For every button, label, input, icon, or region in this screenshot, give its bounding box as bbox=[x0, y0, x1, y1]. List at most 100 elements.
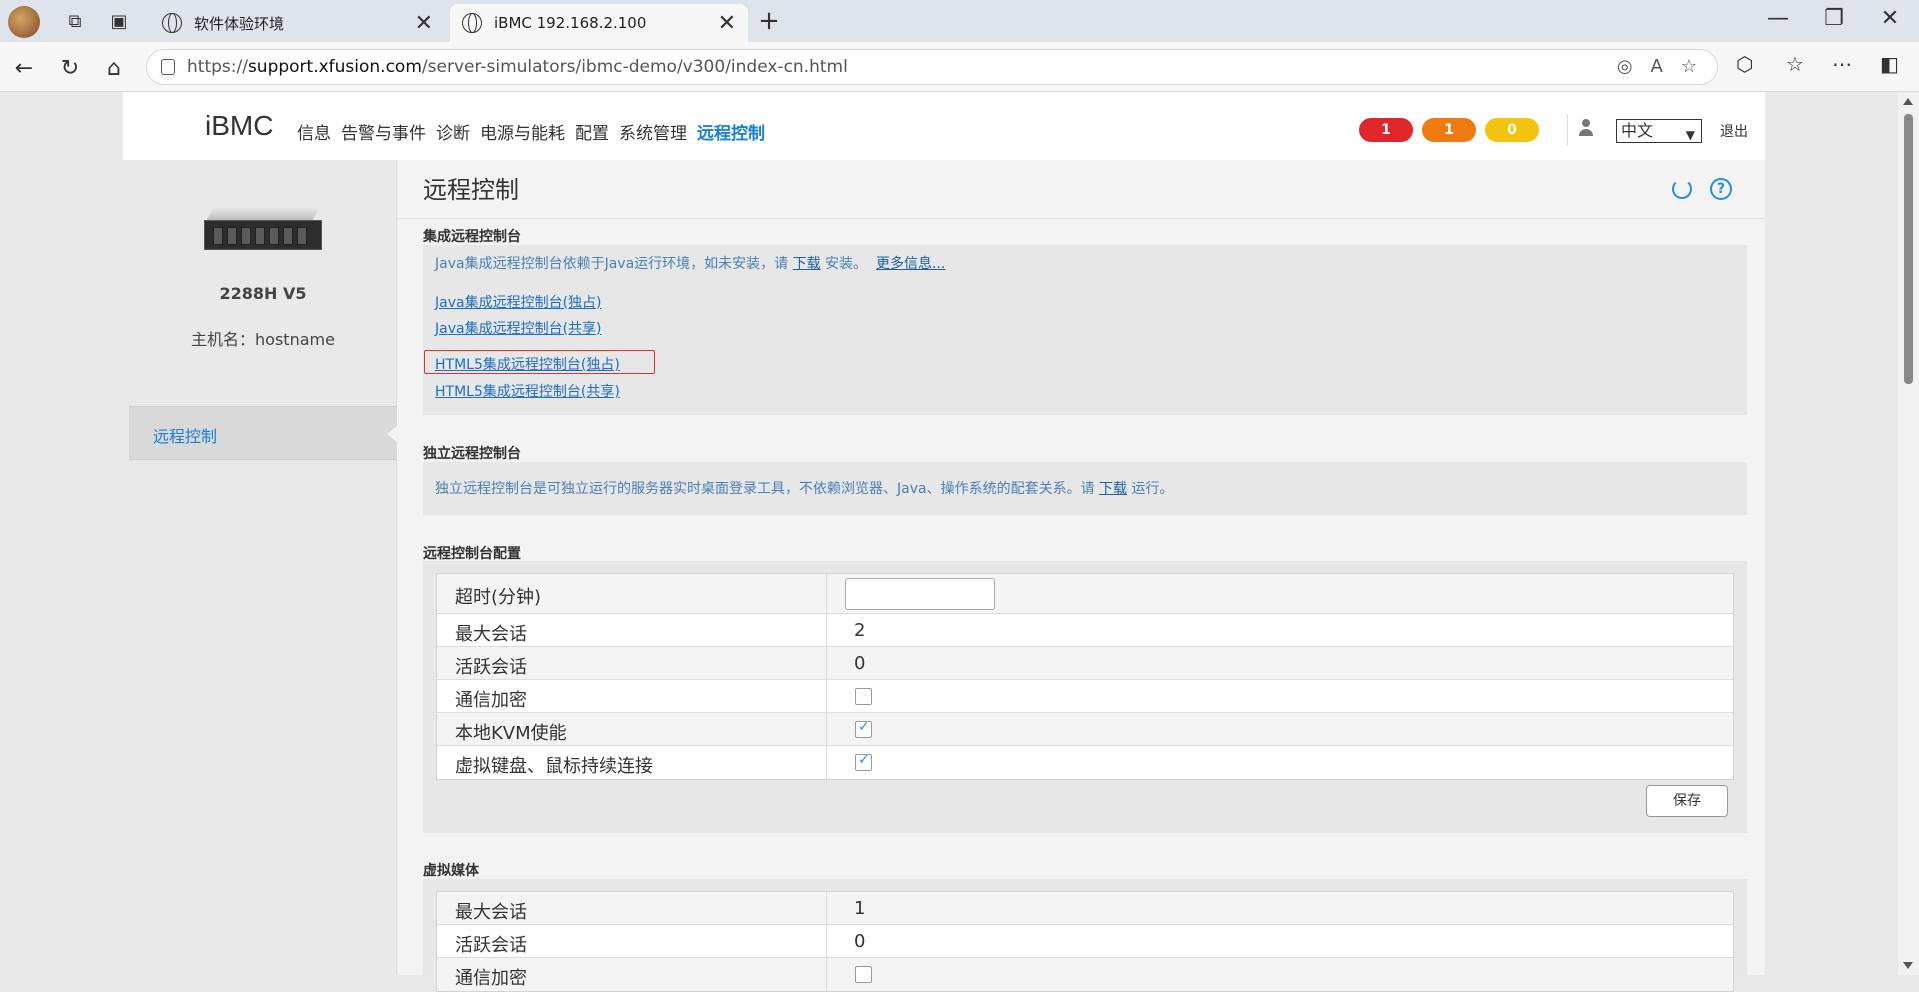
ibmc-header: iBMC 信息 告警与事件 诊断 电源与能耗 配置 系统管理 远程控制 1 1 … bbox=[123, 92, 1765, 160]
scroll-thumb[interactable] bbox=[1904, 114, 1913, 384]
java-console-shared-link[interactable]: Java集成远程控制台(共享) bbox=[435, 318, 602, 338]
language-value: 中文 bbox=[1621, 121, 1654, 140]
scroll-up-icon[interactable] bbox=[1903, 98, 1913, 105]
close-icon[interactable]: ✕ bbox=[415, 11, 433, 36]
favorite-star-icon[interactable]: ☆ bbox=[1681, 56, 1697, 77]
logout-link[interactable]: 退出 bbox=[1720, 121, 1748, 141]
tab-title: 软件体验环境 bbox=[194, 14, 285, 33]
row-label: 本地KVM使能 bbox=[455, 723, 567, 744]
html5-console-exclusive-link[interactable]: HTML5集成远程控制台(独占) bbox=[435, 354, 620, 374]
row-label: 虚拟键盘、鼠标持续连接 bbox=[455, 756, 653, 777]
html5-console-shared-link[interactable]: HTML5集成远程控制台(共享) bbox=[435, 381, 620, 401]
virtual-media-table: 最大会话 1 活跃会话 0 通信加密 bbox=[436, 891, 1734, 992]
window-close-button[interactable]: ✕ bbox=[1860, 6, 1919, 31]
vm-active-sessions-value: 0 bbox=[854, 931, 866, 952]
url-path: /server-simulators/ibmc-demo/v300/index-… bbox=[421, 57, 848, 77]
nav-system[interactable]: 系统管理 bbox=[619, 119, 687, 144]
console-config-table: 超时(分钟) 最大会话 2 活跃会话 0 通信加密 本地KVM使能 ✓ 虚拟键盘… bbox=[436, 573, 1734, 780]
download-link[interactable]: 下载 bbox=[1099, 481, 1127, 497]
minor-alarm-badge[interactable]: 0 bbox=[1485, 118, 1539, 142]
nav-diagnose[interactable]: 诊断 bbox=[436, 119, 470, 144]
console-config-panel: 超时(分钟) 最大会话 2 活跃会话 0 通信加密 本地KVM使能 ✓ 虚拟键盘… bbox=[423, 561, 1747, 833]
nav-info[interactable]: 信息 bbox=[297, 119, 331, 144]
page-scrollbar[interactable] bbox=[1898, 92, 1919, 975]
main-nav: 信息 告警与事件 诊断 电源与能耗 配置 系统管理 远程控制 bbox=[297, 119, 775, 144]
local-kvm-checkbox[interactable] bbox=[855, 719, 872, 738]
sidebar-toggle-icon[interactable]: ◧ bbox=[1880, 52, 1899, 76]
timeout-input[interactable] bbox=[845, 578, 995, 610]
virtual-media-panel: 最大会话 1 活跃会话 0 通信加密 bbox=[423, 879, 1747, 992]
help-icon[interactable]: ? bbox=[1710, 178, 1732, 200]
encryption-checkbox[interactable] bbox=[855, 688, 872, 705]
table-row: 最大会话 1 bbox=[437, 892, 1733, 925]
console-config-label: 远程控制台配置 bbox=[423, 546, 521, 562]
row-label: 活跃会话 bbox=[455, 657, 527, 678]
new-tab-button[interactable]: + bbox=[756, 6, 782, 36]
standalone-console-desc: 独立远程控制台是可独立运行的服务器实时桌面登录工具，不依赖浏览器、Java、操作… bbox=[435, 478, 1173, 498]
user-icon[interactable] bbox=[1578, 119, 1594, 137]
restore-button[interactable]: ❐ bbox=[1804, 6, 1864, 31]
row-label: 通信加密 bbox=[455, 690, 527, 711]
table-row: 活跃会话 0 bbox=[437, 925, 1733, 958]
server-image bbox=[204, 208, 322, 252]
close-icon[interactable]: ✕ bbox=[718, 11, 736, 36]
home-icon[interactable]: ⌂ bbox=[98, 52, 130, 84]
favorites-icon[interactable]: ☆ bbox=[1786, 52, 1804, 76]
row-label: 通信加密 bbox=[455, 968, 527, 989]
workspaces-icon[interactable]: ⧉ bbox=[62, 8, 88, 34]
reload-icon[interactable]: ↻ bbox=[54, 52, 86, 84]
desc-text: 安装。 bbox=[825, 256, 868, 272]
refresh-icon[interactable] bbox=[1672, 179, 1692, 199]
back-icon[interactable]: ← bbox=[8, 52, 40, 84]
save-button[interactable]: 保存 bbox=[1646, 785, 1728, 817]
integrated-console-desc: Java集成远程控制台依赖于Java运行环境，如未安装，请 下载 安装。 更多信… bbox=[435, 253, 945, 273]
url-host: support.xfusion.com bbox=[247, 57, 422, 77]
nav-alarms[interactable]: 告警与事件 bbox=[341, 119, 426, 144]
nav-power[interactable]: 电源与能耗 bbox=[480, 119, 565, 144]
row-label: 活跃会话 bbox=[455, 935, 527, 956]
tab-ibmc[interactable]: iBMC 192.168.2.100 ✕ bbox=[450, 4, 748, 42]
more-icon[interactable]: ⋯ bbox=[1832, 52, 1852, 76]
lock-icon bbox=[161, 59, 175, 75]
url-prefix: https:// bbox=[187, 57, 248, 77]
row-label: 超时(分钟) bbox=[455, 587, 542, 608]
sidebar-item-remote-control[interactable]: 远程控制 bbox=[129, 406, 398, 460]
virtual-media-label: 虚拟媒体 bbox=[423, 863, 479, 879]
brand-logo: iBMC bbox=[205, 110, 274, 141]
desc-text: 运行。 bbox=[1131, 481, 1174, 497]
table-row: 超时(分钟) bbox=[437, 574, 1733, 614]
profile-avatar[interactable] bbox=[8, 6, 40, 38]
row-label: 最大会话 bbox=[455, 624, 527, 645]
browser-tab-bar: ⧉ ▣ 软件体验环境 ✕ iBMC 192.168.2.100 ✕ + — ❐ … bbox=[0, 0, 1919, 42]
table-row: 本地KVM使能 bbox=[437, 713, 1733, 746]
tab-actions-icon[interactable]: ▣ bbox=[106, 8, 132, 34]
row-label: 最大会话 bbox=[455, 902, 527, 923]
globe-icon bbox=[462, 13, 482, 33]
nav-config[interactable]: 配置 bbox=[575, 119, 609, 144]
url-field[interactable]: https://support.xfusion.com/server-simul… bbox=[146, 49, 1718, 85]
tracking-icon[interactable]: ◎ bbox=[1617, 56, 1633, 77]
nav-remote-control[interactable]: 远程控制 bbox=[697, 119, 765, 144]
persistent-connection-checkbox[interactable] bbox=[855, 752, 872, 771]
server-hostname: 主机名：hostname bbox=[191, 330, 335, 349]
more-info-link[interactable]: 更多信息... bbox=[876, 256, 945, 272]
table-row: 虚拟键盘、鼠标持续连接 bbox=[437, 746, 1733, 779]
download-link[interactable]: 下载 bbox=[793, 256, 821, 272]
java-console-exclusive-link[interactable]: Java集成远程控制台(独占) bbox=[435, 292, 602, 312]
table-row: 通信加密 bbox=[437, 680, 1733, 713]
read-aloud-icon[interactable]: A bbox=[1651, 56, 1663, 77]
major-alarm-badge[interactable]: 1 bbox=[1422, 118, 1476, 142]
chevron-down-icon: ▼ bbox=[1685, 128, 1695, 142]
scroll-down-icon[interactable] bbox=[1903, 962, 1913, 969]
desc-text: 独立远程控制台是可独立运行的服务器实时桌面登录工具，不依赖浏览器、Java、操作… bbox=[435, 481, 1095, 497]
table-row: 活跃会话 0 bbox=[437, 647, 1733, 680]
standalone-console-panel: 独立远程控制台是可独立运行的服务器实时桌面登录工具，不依赖浏览器、Java、操作… bbox=[423, 462, 1747, 515]
extensions-icon[interactable]: ⬡ bbox=[1736, 52, 1753, 76]
main-content: 远程控制 ? 集成远程控制台 Java集成远程控制台依赖于Java运行环境，如未… bbox=[397, 160, 1765, 992]
minimize-button[interactable]: — bbox=[1748, 6, 1808, 31]
tab-software-env[interactable]: 软件体验环境 ✕ bbox=[150, 4, 445, 42]
language-select[interactable]: 中文 ▼ bbox=[1616, 119, 1702, 143]
standalone-console-label: 独立远程控制台 bbox=[423, 446, 521, 462]
critical-alarm-badge[interactable]: 1 bbox=[1359, 118, 1413, 142]
max-sessions-value: 2 bbox=[854, 620, 866, 641]
